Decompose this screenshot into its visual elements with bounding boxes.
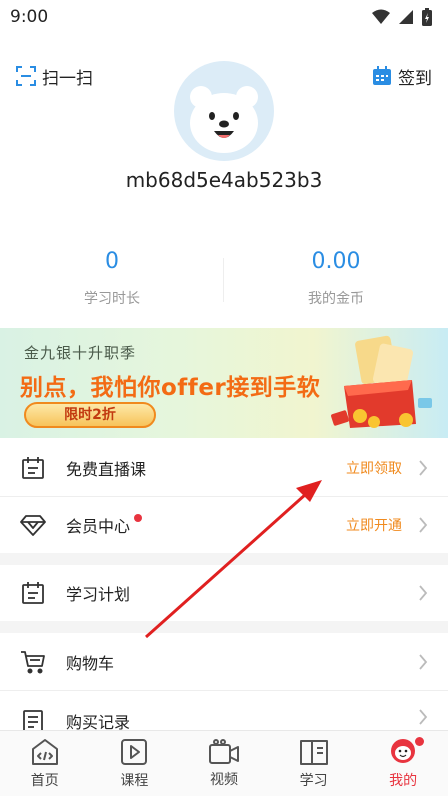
section-gap xyxy=(0,621,448,633)
menu-item-action[interactable]: 立即领取 xyxy=(346,458,402,478)
calendar-icon xyxy=(20,455,46,481)
menu-item-member-center[interactable]: 会员中心 立即开通 xyxy=(0,497,448,553)
scan-icon xyxy=(16,66,36,86)
menu-item-cart[interactable]: 购物车 xyxy=(0,634,448,690)
scan-button[interactable]: 扫一扫 xyxy=(16,64,93,89)
notification-dot xyxy=(134,514,143,522)
stats-panel: 0 学习时长 0.00 我的金币 xyxy=(0,240,448,320)
tab-label: 视频 xyxy=(209,771,238,788)
tab-home[interactable]: 首页 xyxy=(0,731,90,796)
tab-label: 学习 xyxy=(299,772,328,789)
stat-value: 0.00 xyxy=(311,249,361,274)
chevron-right-icon xyxy=(418,654,432,670)
bear-mascot-icon xyxy=(190,86,258,153)
stat-label: 我的金币 xyxy=(308,291,364,307)
chevron-right-icon xyxy=(418,460,432,476)
video-camera-icon xyxy=(208,738,239,764)
bottom-tab-bar: 首页 课程 视频 学习 我的 xyxy=(0,730,448,796)
gift-box-illustration xyxy=(331,335,432,428)
tab-mine[interactable]: 我的 xyxy=(358,731,448,796)
stat-divider xyxy=(223,258,224,302)
stat-coins[interactable]: 0.00 我的金币 xyxy=(224,240,448,320)
promo-banner[interactable]: 金九银十升职季 别点，我怕你offer接到手软 限时2折 xyxy=(0,328,448,438)
status-time: 9:00 xyxy=(10,7,49,27)
menu-item-label: 学习计划 xyxy=(66,585,131,604)
banner-title: 别点，我怕你offer接到手软 xyxy=(20,375,321,401)
chevron-right-icon xyxy=(418,709,432,725)
play-icon xyxy=(121,738,148,765)
battery-icon xyxy=(422,8,432,26)
chevron-right-icon xyxy=(418,517,432,533)
status-icons xyxy=(372,8,432,26)
banner-button[interactable]: 限时2折 xyxy=(24,402,156,428)
notification-dot xyxy=(415,737,425,746)
tab-video[interactable]: 视频 xyxy=(179,731,269,796)
tab-study[interactable]: 学习 xyxy=(269,731,359,796)
menu-item-study-plan[interactable]: 学习计划 xyxy=(0,565,448,621)
wifi-icon xyxy=(372,9,390,24)
tab-courses[interactable]: 课程 xyxy=(90,731,180,796)
banner-subtitle: 金九银十升职季 xyxy=(24,344,137,362)
chevron-right-icon xyxy=(418,585,432,601)
calendar-check-icon xyxy=(373,66,391,85)
tab-label: 首页 xyxy=(30,772,59,789)
profile-mascot-icon xyxy=(391,738,416,763)
signin-label: 签到 xyxy=(398,68,432,89)
menu-item-free-live-course[interactable]: 免费直播课 立即领取 xyxy=(0,440,448,496)
home-code-icon xyxy=(31,738,58,765)
menu-item-action[interactable]: 立即开通 xyxy=(346,515,402,535)
book-icon xyxy=(299,739,328,765)
avatar[interactable] xyxy=(174,61,274,161)
stat-value: 0 xyxy=(105,249,119,274)
diamond-icon xyxy=(20,512,46,538)
menu-item-purchase-history[interactable]: 购买记录 xyxy=(0,691,448,734)
stat-label: 学习时长 xyxy=(84,291,140,307)
menu-item-label: 购物车 xyxy=(66,654,115,673)
signin-button[interactable]: 签到 xyxy=(372,64,432,89)
menu-item-label: 会员中心 xyxy=(66,517,131,536)
cart-icon xyxy=(20,649,46,675)
tab-label: 课程 xyxy=(120,772,149,789)
username: mb68d5e4ab523b3 xyxy=(125,168,323,192)
stat-study-time[interactable]: 0 学习时长 xyxy=(0,240,224,320)
calendar-icon xyxy=(20,580,46,606)
status-bar: 9:00 xyxy=(0,0,448,34)
scan-label: 扫一扫 xyxy=(42,68,93,89)
tab-label: 我的 xyxy=(389,772,418,789)
signal-icon xyxy=(399,10,413,24)
menu-item-label: 免费直播课 xyxy=(66,460,147,479)
section-gap xyxy=(0,553,448,565)
